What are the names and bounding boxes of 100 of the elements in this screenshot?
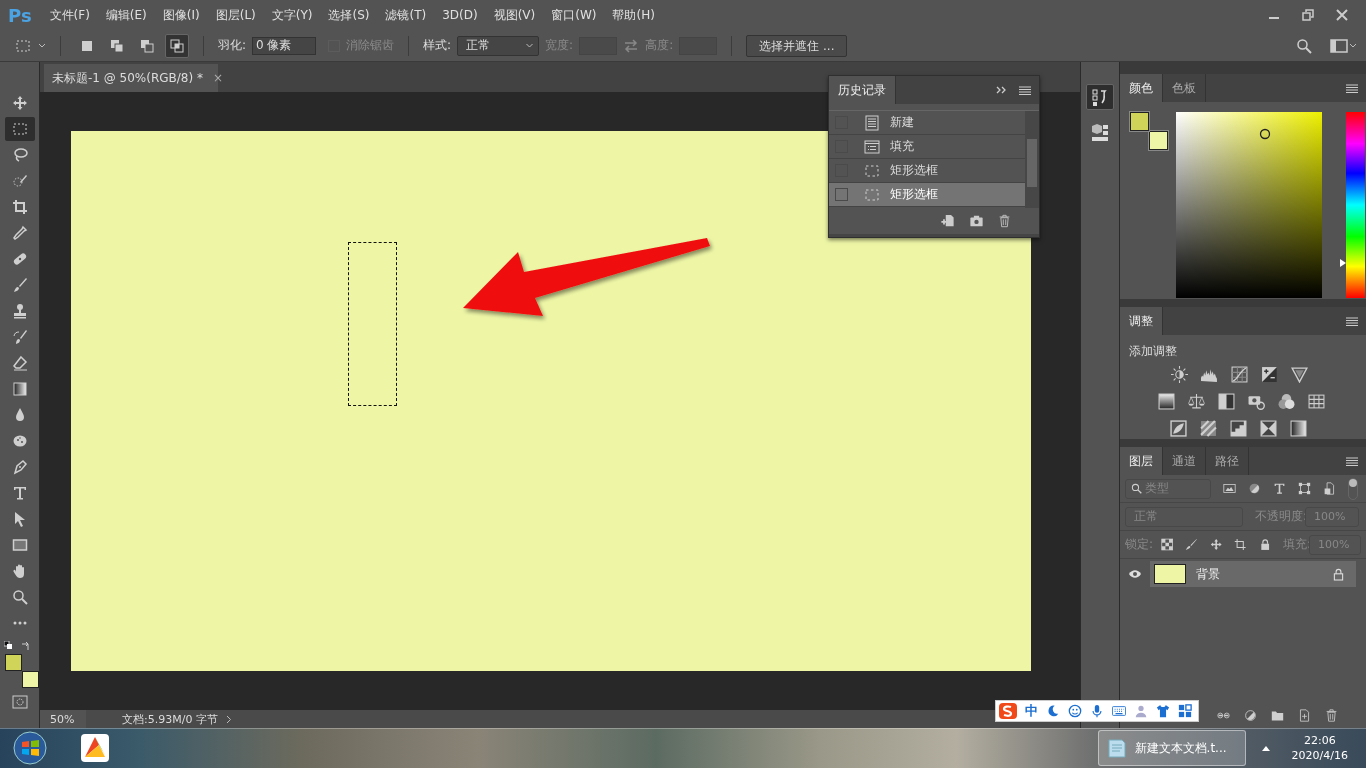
select-and-mask-button[interactable]: 选择并遮住 ... — [746, 34, 848, 57]
crop-frame-icon[interactable] — [1234, 538, 1247, 551]
leaf-square-icon[interactable] — [1170, 420, 1187, 437]
move-arrows-icon[interactable] — [1209, 538, 1223, 551]
menu-item[interactable]: 窗口(W) — [543, 6, 605, 24]
color-circles-icon[interactable] — [1278, 393, 1295, 410]
stairs-icon[interactable] — [1230, 420, 1247, 437]
double-chevron-icon[interactable] — [996, 86, 1007, 94]
image-icon[interactable] — [1223, 482, 1236, 495]
menu-item[interactable]: 文件(F) — [41, 6, 98, 24]
caret-icon[interactable] — [38, 41, 46, 50]
swap-colors-icon[interactable] — [20, 641, 31, 651]
eye-icon[interactable] — [1128, 569, 1142, 579]
selection-mode-button[interactable] — [165, 33, 189, 58]
brush-icon — [11, 277, 28, 293]
camera-icon[interactable] — [969, 214, 984, 228]
transform-box-icon[interactable] — [1298, 482, 1311, 495]
picker-ring-icon[interactable] — [1259, 128, 1271, 140]
chevron-icon[interactable] — [225, 714, 232, 724]
history-panel-button[interactable] — [1086, 84, 1114, 110]
menu-icon[interactable] — [1019, 85, 1031, 95]
foreground-color-swatch[interactable] — [4, 654, 22, 671]
color-field[interactable] — [1176, 112, 1322, 298]
start-button[interactable] — [12, 730, 48, 766]
close-icon[interactable] — [1336, 9, 1348, 21]
panel-tab[interactable]: 路径 — [1206, 447, 1249, 475]
zoom-field[interactable]: 50% — [40, 710, 86, 728]
moon-icon[interactable] — [1046, 704, 1060, 718]
app-icon[interactable] — [80, 733, 110, 763]
panel-tab[interactable]: 历史记录 — [829, 76, 896, 104]
foreground-color-swatch[interactable] — [1130, 112, 1149, 131]
ime-logo[interactable] — [999, 703, 1017, 719]
gradient-square-icon[interactable] — [1290, 420, 1307, 437]
triangle-icon[interactable] — [1291, 366, 1308, 383]
restore-icon[interactable] — [1302, 9, 1314, 21]
menu-item[interactable]: 图层(L) — [207, 6, 264, 24]
slider-pointer[interactable] — [1340, 258, 1346, 267]
shirt-icon[interactable] — [1156, 704, 1170, 718]
style-dropdown[interactable]: 正常 — [457, 35, 540, 56]
menu-item[interactable]: 滤镜(T) — [377, 6, 435, 24]
trash-icon[interactable] — [1325, 709, 1338, 722]
page-icon[interactable] — [1323, 482, 1336, 495]
menu-icon[interactable] — [1346, 456, 1358, 466]
lock-icon[interactable] — [1258, 538, 1271, 551]
feather-field[interactable]: 0 像素 — [252, 36, 317, 55]
keyboard-icon[interactable] — [1112, 704, 1126, 718]
plus-minus-icon[interactable] — [1261, 366, 1278, 383]
half-square-icon[interactable] — [1218, 393, 1235, 410]
ime-mode[interactable]: 中 — [1025, 702, 1038, 720]
hourglass-square-icon[interactable] — [1260, 420, 1277, 437]
panel-tab[interactable]: 通道 — [1163, 447, 1206, 475]
menu-item[interactable]: 编辑(E) — [97, 6, 155, 24]
scrollbar[interactable] — [1025, 111, 1039, 208]
sun-icon[interactable] — [1171, 366, 1188, 383]
link-icon[interactable] — [1217, 709, 1230, 722]
curve-grid-icon[interactable] — [1231, 366, 1248, 383]
panel-tab[interactable]: 图层 — [1120, 447, 1163, 475]
folder-icon[interactable] — [1271, 709, 1284, 722]
menu-item[interactable]: 文字(Y) — [263, 6, 321, 24]
quick-mask-icon[interactable] — [11, 695, 28, 709]
history-item[interactable]: 填充 — [829, 135, 1025, 159]
trash-icon[interactable] — [998, 214, 1011, 228]
panel-tab[interactable]: 调整 — [1120, 307, 1163, 335]
dashed-rectangle-tool[interactable] — [4, 117, 35, 141]
menu-icon[interactable] — [1346, 316, 1358, 326]
smiley-icon[interactable] — [1068, 704, 1082, 718]
gradient-bar-icon[interactable] — [1158, 393, 1175, 410]
grid-icon[interactable] — [1178, 704, 1192, 718]
table-grid-icon[interactable] — [1308, 393, 1325, 410]
menu-icon[interactable] — [1346, 83, 1358, 93]
half-circle-icon[interactable] — [1248, 482, 1261, 495]
history-item[interactable]: 矩形选框 — [829, 183, 1025, 207]
workspace-icon[interactable] — [1330, 38, 1356, 53]
history-item[interactable]: 新建 — [829, 111, 1025, 135]
menu-item[interactable]: 帮助(H) — [604, 6, 663, 24]
scales-icon[interactable] — [1188, 393, 1205, 410]
search-icon[interactable] — [1296, 37, 1312, 54]
half-circle-icon[interactable] — [1244, 709, 1257, 722]
taskbar-button[interactable]: 新建文本文档.t... — [1097, 730, 1246, 766]
menu-item[interactable]: 选择(S) — [320, 6, 378, 24]
toggle-icon[interactable] — [1348, 477, 1358, 500]
microphone-icon[interactable] — [1090, 704, 1104, 718]
default-colors-icon[interactable] — [3, 641, 12, 649]
dashed-rectangle-icon[interactable] — [14, 37, 32, 54]
background-color-swatch[interactable] — [21, 671, 39, 688]
panel-tab[interactable]: 颜色 — [1120, 74, 1163, 102]
menu-item[interactable]: 图像(I) — [154, 6, 208, 24]
menu-item[interactable]: 3D(D) — [434, 8, 486, 22]
diagonal-stripes-icon[interactable] — [1200, 420, 1217, 437]
brush-icon[interactable] — [1185, 538, 1198, 551]
tray-arrow-icon[interactable] — [1261, 745, 1270, 751]
camera-circle-icon[interactable] — [1248, 393, 1265, 410]
new-document-icon[interactable] — [940, 214, 955, 228]
background-color-swatch[interactable] — [1149, 131, 1168, 150]
menu-item[interactable]: 视图(V) — [485, 6, 544, 24]
layer-row[interactable]: 背景 — [1150, 561, 1356, 587]
panel-tab[interactable]: 色板 — [1163, 74, 1206, 102]
new-page-icon[interactable] — [1298, 709, 1311, 722]
letter-t-icon[interactable] — [1273, 482, 1286, 495]
checker-icon[interactable] — [1161, 538, 1174, 551]
